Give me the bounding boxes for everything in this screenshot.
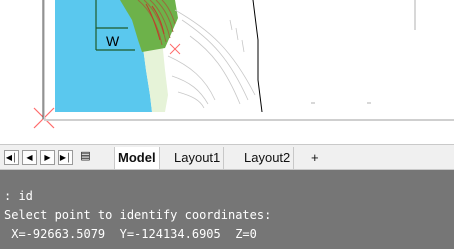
layout-tab-bar: ◀│ ◀ ▶ ▶│ ▤ Model Layout1 Layout2 + bbox=[0, 144, 454, 170]
previous-layout-icon[interactable]: ◀ bbox=[22, 150, 37, 165]
tab-layout2[interactable]: Layout2 bbox=[241, 147, 295, 169]
command-result-line: X=-92663.5079 Y=-124134.6905 Z=0 bbox=[4, 227, 257, 241]
tab-layout1[interactable]: Layout1 bbox=[171, 147, 225, 169]
command-history-line: : id bbox=[4, 189, 33, 203]
layout-menu-icon[interactable]: ▤ bbox=[78, 150, 93, 165]
drawing-canvas[interactable]: W bbox=[0, 0, 454, 144]
last-layout-icon[interactable]: ▶│ bbox=[58, 150, 73, 165]
dimension-label: W bbox=[106, 33, 120, 49]
next-layout-icon[interactable]: ▶ bbox=[40, 150, 55, 165]
add-layout-button[interactable]: + bbox=[308, 147, 322, 169]
drawing-view[interactable]: W bbox=[0, 0, 454, 144]
command-line[interactable]: : id Select point to identify coordinate… bbox=[0, 170, 454, 249]
tick-marks bbox=[311, 0, 416, 104]
tab-model[interactable]: Model bbox=[114, 147, 160, 169]
topo-lines bbox=[167, 9, 256, 109]
point-marker bbox=[169, 43, 181, 55]
boundary-line bbox=[252, 0, 263, 113]
first-layout-icon[interactable]: ◀│ bbox=[4, 150, 19, 165]
command-prompt-line: Select point to identify coordinates: bbox=[4, 208, 272, 222]
